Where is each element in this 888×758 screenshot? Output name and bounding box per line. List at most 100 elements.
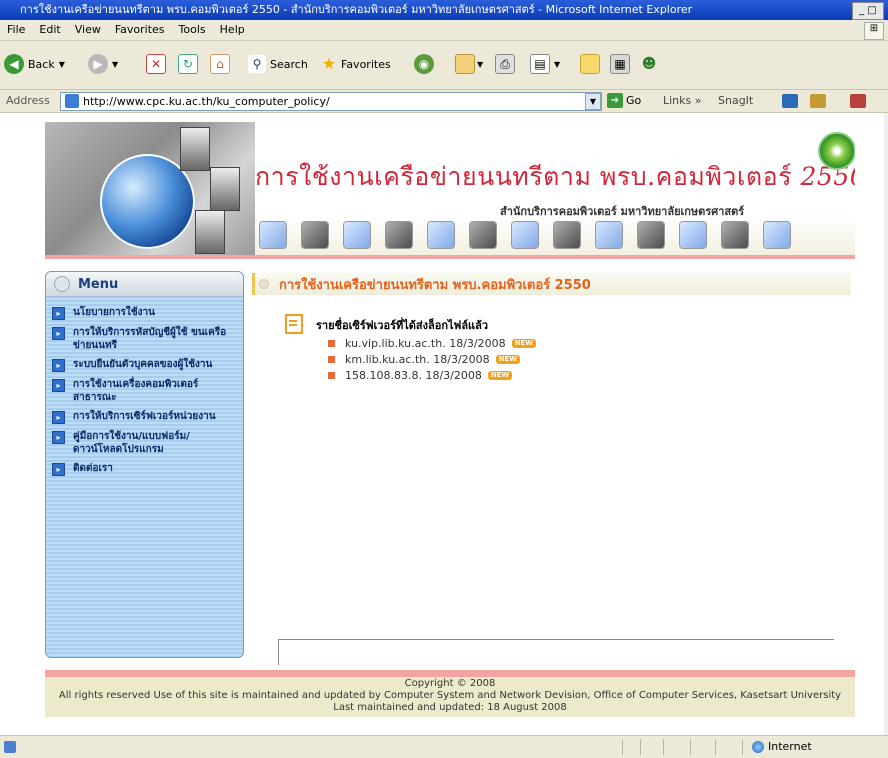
status-divider — [742, 739, 743, 755]
messenger-button[interactable]: ☻ — [640, 51, 658, 77]
menu-file[interactable]: File — [0, 20, 32, 40]
address-input[interactable]: http://www.cpc.ku.ac.th/ku_computer_poli… — [60, 92, 602, 111]
status-divider — [622, 739, 623, 755]
server-icon — [195, 210, 225, 254]
go-arrow-icon: ➔ — [607, 93, 623, 108]
new-badge: NEW — [487, 370, 513, 380]
menu-bullet-icon — [54, 276, 70, 292]
star-icon: ★ — [321, 54, 337, 73]
header-divider — [45, 255, 855, 259]
computer-icon — [764, 222, 790, 248]
go-button[interactable]: ➔ Go — [607, 93, 641, 108]
forward-button[interactable]: ▶ ▼ — [88, 51, 118, 77]
server-list: ku.vip.lib.ku.ac.th. 18/3/2008 NEW km.lib… — [328, 335, 536, 383]
sidebar-item-policy[interactable]: ▸ นโยบายการใช้งาน — [46, 303, 243, 323]
stop-icon: ✕ — [146, 54, 166, 74]
server-icon — [302, 222, 328, 248]
search-label: Search — [270, 57, 308, 71]
history-button[interactable]: ▼ — [455, 51, 483, 77]
home-button[interactable]: ⌂ — [210, 51, 230, 77]
server-icon — [554, 222, 580, 248]
security-zone: Internet — [752, 740, 812, 753]
server-icon — [638, 222, 664, 248]
media-button[interactable]: ◉ — [414, 51, 434, 77]
window-controls[interactable]: _ □ — [852, 2, 884, 20]
computer-icon — [680, 222, 706, 248]
bullet-icon — [328, 339, 335, 347]
document-icon: ▤ — [530, 54, 550, 74]
page-icon — [65, 94, 79, 108]
favorites-button[interactable]: ★ Favorites — [320, 51, 391, 77]
printer-icon: ⎙ — [495, 54, 515, 74]
content-title: การใช้งานเครือข่ายนนทรีตาม พรบ.คอมพิวเตอ… — [279, 277, 591, 293]
sidebar-item-public-computers[interactable]: ▸ การใช้งานเครื่องคอมพิวเตอร์ สาธารณะ — [46, 375, 243, 407]
arrow-icon: ▸ — [52, 359, 65, 372]
menu-bar: File Edit View Favorites Tools Help ⊞ — [0, 20, 888, 41]
server-icon — [470, 222, 496, 248]
stop-button[interactable]: ✕ — [146, 51, 166, 77]
server-icon — [722, 222, 748, 248]
globe-icon — [752, 740, 764, 753]
refresh-icon: ↻ — [178, 54, 198, 74]
history-icon — [455, 54, 475, 74]
scrollbar[interactable] — [884, 113, 888, 735]
list-item[interactable]: 158.108.83.8. 18/3/2008 NEW — [328, 367, 536, 383]
servers-heading: รายชื่อเซิร์ฟเวอร์ที่ได้ส่งล็อกไฟล์แล้ว — [316, 319, 489, 332]
snagit-capture-icon[interactable] — [782, 94, 798, 108]
window-title-bar: การใช้งานเครือข่ายนนทรีตาม พรบ.คอมพิวเตอ… — [0, 0, 888, 20]
back-button[interactable]: ◀ Back ▼ — [4, 51, 65, 77]
windows-logo-icon: ⊞ — [864, 22, 884, 40]
computer-icon — [596, 222, 622, 248]
status-divider — [715, 739, 716, 755]
new-badge: NEW — [495, 354, 521, 364]
chevron-down-icon: ▼ — [112, 59, 119, 69]
sidebar-item-authentication[interactable]: ▸ ระบบยืนยันตัวบุคคลของผู้ใช้งาน — [46, 355, 243, 375]
snagit-editor-icon[interactable] — [810, 94, 826, 108]
chevron-down-icon: ▼ — [477, 59, 484, 69]
search-button[interactable]: ⚲ Search — [248, 51, 308, 77]
list-item[interactable]: km.lib.ku.ac.th. 18/3/2008 NEW — [328, 351, 536, 367]
menu-help[interactable]: Help — [213, 20, 252, 40]
refresh-button[interactable]: ↻ — [178, 51, 198, 77]
toolbar: ◀ Back ▼ ▶ ▼ ✕ ↻ ⌂ ⚲ Search ★ Favorites … — [0, 41, 888, 90]
print-button[interactable]: ⎙ — [495, 51, 515, 77]
footer-line-1: All rights reserved Use of this site is … — [58, 690, 842, 701]
snagit-button[interactable]: SnagIt — [718, 94, 753, 107]
computer-icon — [260, 222, 286, 248]
title-bullet-icon — [259, 279, 269, 289]
menu-edit[interactable]: Edit — [32, 20, 67, 40]
sidebar-item-account-service[interactable]: ▸ การให้บริการรหัสบัญชีผู้ใช้ ขนเครือข่าย… — [46, 323, 243, 355]
status-bar: Internet — [0, 735, 888, 758]
bullet-icon — [328, 355, 335, 363]
sidebar-item-contact[interactable]: ▸ ติดต่อเรา — [46, 459, 243, 479]
window-title: การใช้งานเครือข่ายนนทรีตาม พรบ.คอมพิวเตอ… — [20, 3, 693, 16]
sidebar-item-manuals[interactable]: ▸ คู่มือการใช้งาน/แบบฟอร์ม/ ดาวน์โหลดโปรแ… — [46, 427, 243, 459]
bullet-icon — [328, 371, 335, 379]
address-url: http://www.cpc.ku.ac.th/ku_computer_poli… — [83, 95, 330, 108]
folder-icon — [580, 54, 600, 74]
sidebar-item-server-service[interactable]: ▸ การให้บริการเซิร์ฟเวอร์หน่วยงาน — [46, 407, 243, 427]
menu-favorites[interactable]: Favorites — [108, 20, 172, 40]
folder-button[interactable] — [580, 51, 600, 77]
server-icon — [210, 167, 240, 211]
extension-icon[interactable] — [850, 94, 866, 108]
server-icon — [386, 222, 412, 248]
links-button[interactable]: Links » — [663, 94, 702, 107]
footer-line-2: Last maintained and updated: 18 August 2… — [333, 702, 567, 713]
media-icon: ◉ — [414, 54, 434, 74]
arrow-icon: ▸ — [52, 307, 65, 320]
arrow-icon: ▸ — [52, 379, 65, 392]
list-item[interactable]: ku.vip.lib.ku.ac.th. 18/3/2008 NEW — [328, 335, 536, 351]
banner-subtitle: สำนักบริการคอมพิวเตอร์ มหาวิทยาลัยเกษตรศ… — [500, 205, 745, 218]
computer-icon — [512, 222, 538, 248]
address-label: Address — [6, 94, 50, 107]
menu-tools[interactable]: Tools — [172, 20, 213, 40]
menu-view[interactable]: View — [68, 20, 108, 40]
menu-header: Menu — [46, 272, 243, 297]
banner-title: การใช้งานเครือข่ายนนทรีตาม พรบ.คอมพิวเตอ… — [255, 162, 855, 191]
new-badge: NEW — [511, 338, 536, 348]
research-button[interactable]: ▦ — [610, 51, 630, 77]
edit-button[interactable]: ▤ ▼ — [530, 51, 560, 77]
address-dropdown-icon[interactable]: ▼ — [585, 93, 601, 110]
zone-label: Internet — [768, 740, 812, 753]
